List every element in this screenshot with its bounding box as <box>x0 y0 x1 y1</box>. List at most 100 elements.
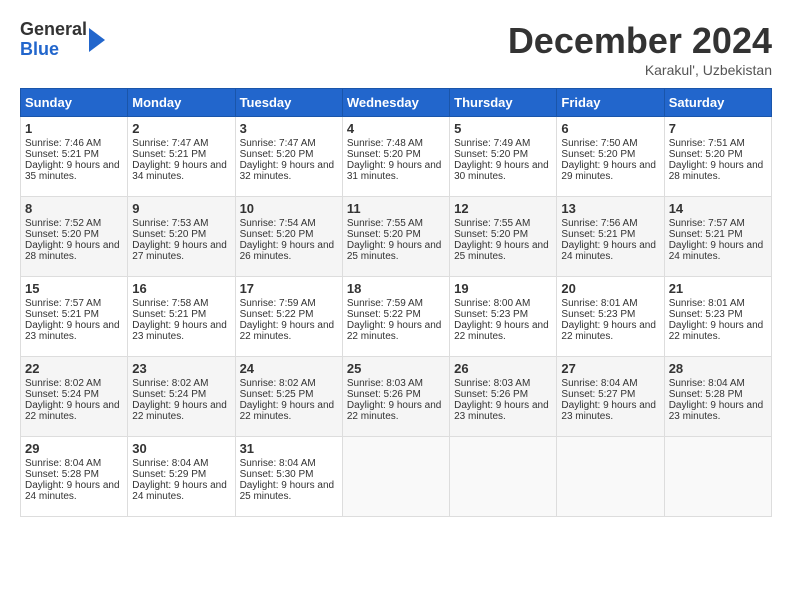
daylight-label: Daylight: 9 hours and 28 minutes. <box>25 240 120 262</box>
sunset-label: Sunset: 5:24 PM <box>132 389 206 400</box>
daylight-label: Daylight: 9 hours and 32 minutes. <box>240 160 335 182</box>
calendar-cell: 23Sunrise: 8:02 AMSunset: 5:24 PMDayligh… <box>128 357 235 437</box>
day-number: 26 <box>454 361 552 376</box>
day-number: 7 <box>669 121 767 136</box>
sunrise-label: Sunrise: 7:57 AM <box>669 218 745 229</box>
sunset-label: Sunset: 5:28 PM <box>25 469 99 480</box>
sunset-label: Sunset: 5:30 PM <box>240 469 314 480</box>
sunrise-label: Sunrise: 7:47 AM <box>240 138 316 149</box>
day-number: 16 <box>132 281 230 296</box>
sunrise-label: Sunrise: 7:46 AM <box>25 138 101 149</box>
calendar-cell: 14 Sunrise: 7:57 AMSunset: 5:21 PMDayligh… <box>664 197 771 277</box>
weekday-header-tuesday: Tuesday <box>235 89 342 117</box>
week-row-3: 15Sunrise: 7:57 AMSunset: 5:21 PMDayligh… <box>21 277 772 357</box>
sunrise-label: Sunrise: 7:57 AM <box>25 298 101 309</box>
sunrise-label: Sunrise: 7:47 AM <box>132 138 208 149</box>
logo: General Blue <box>20 20 105 60</box>
daylight-label: Daylight: 9 hours and 25 minutes. <box>240 480 335 502</box>
week-row-4: 22Sunrise: 8:02 AMSunset: 5:24 PMDayligh… <box>21 357 772 437</box>
day-number: 18 <box>347 281 445 296</box>
daylight-label: Daylight: 9 hours and 25 minutes. <box>454 240 549 262</box>
sunset-label: Sunset: 5:27 PM <box>561 389 635 400</box>
sunset-label: Sunset: 5:21 PM <box>669 229 743 240</box>
daylight-label: Daylight: 9 hours and 23 minutes. <box>132 320 227 342</box>
calendar-cell: 5Sunrise: 7:49 AMSunset: 5:20 PMDaylight… <box>450 117 557 197</box>
daylight-label: Daylight: 9 hours and 22 minutes. <box>240 320 335 342</box>
day-number: 1 <box>25 121 123 136</box>
daylight-label: Daylight: 9 hours and 22 minutes. <box>132 400 227 422</box>
calendar-cell: 27Sunrise: 8:04 AMSunset: 5:27 PMDayligh… <box>557 357 664 437</box>
sunset-label: Sunset: 5:20 PM <box>561 149 635 160</box>
calendar-cell: 21Sunrise: 8:01 AMSunset: 5:23 PMDayligh… <box>664 277 771 357</box>
day-number: 11 <box>347 201 445 216</box>
weekday-header-thursday: Thursday <box>450 89 557 117</box>
daylight-label: Daylight: 9 hours and 24 minutes. <box>132 480 227 502</box>
sunrise-label: Sunrise: 8:04 AM <box>669 378 745 389</box>
sunrise-label: Sunrise: 8:04 AM <box>132 458 208 469</box>
day-number: 10 <box>240 201 338 216</box>
day-number: 27 <box>561 361 659 376</box>
sunrise-label: Sunrise: 7:50 AM <box>561 138 637 149</box>
calendar-cell: 26Sunrise: 8:03 AMSunset: 5:26 PMDayligh… <box>450 357 557 437</box>
day-number: 4 <box>347 121 445 136</box>
sunrise-label: Sunrise: 7:58 AM <box>132 298 208 309</box>
calendar-cell: 3Sunrise: 7:47 AMSunset: 5:20 PMDaylight… <box>235 117 342 197</box>
sunset-label: Sunset: 5:21 PM <box>25 149 99 160</box>
day-number: 24 <box>240 361 338 376</box>
weekday-header-sunday: Sunday <box>21 89 128 117</box>
sunset-label: Sunset: 5:20 PM <box>347 149 421 160</box>
weekday-header-monday: Monday <box>128 89 235 117</box>
title-block: December 2024 Karakul', Uzbekistan <box>508 20 772 78</box>
sunset-label: Sunset: 5:20 PM <box>240 229 314 240</box>
daylight-label: Daylight: 9 hours and 24 minutes. <box>669 240 764 262</box>
sunrise-label: Sunrise: 7:54 AM <box>240 218 316 229</box>
calendar-cell: 29Sunrise: 8:04 AMSunset: 5:28 PMDayligh… <box>21 437 128 517</box>
day-number: 17 <box>240 281 338 296</box>
calendar-cell: 20Sunrise: 8:01 AMSunset: 5:23 PMDayligh… <box>557 277 664 357</box>
daylight-label: Daylight: 9 hours and 34 minutes. <box>132 160 227 182</box>
calendar-cell: 15Sunrise: 7:57 AMSunset: 5:21 PMDayligh… <box>21 277 128 357</box>
sunrise-label: Sunrise: 8:03 AM <box>347 378 423 389</box>
sunset-label: Sunset: 5:20 PM <box>132 229 206 240</box>
week-row-1: 1Sunrise: 7:46 AMSunset: 5:21 PMDaylight… <box>21 117 772 197</box>
daylight-label: Daylight: 9 hours and 23 minutes. <box>669 400 764 422</box>
weekday-header-row: SundayMondayTuesdayWednesdayThursdayFrid… <box>21 89 772 117</box>
calendar-cell: 4Sunrise: 7:48 AMSunset: 5:20 PMDaylight… <box>342 117 449 197</box>
sunrise-label: Sunrise: 8:02 AM <box>132 378 208 389</box>
calendar-cell: 1Sunrise: 7:46 AMSunset: 5:21 PMDaylight… <box>21 117 128 197</box>
day-number: 5 <box>454 121 552 136</box>
daylight-label: Daylight: 9 hours and 31 minutes. <box>347 160 442 182</box>
logo-label: General Blue <box>20 20 87 60</box>
day-number: 14 <box>669 201 767 216</box>
calendar-cell: 9Sunrise: 7:53 AMSunset: 5:20 PMDaylight… <box>128 197 235 277</box>
calendar-cell: 18 Sunrise: 7:59 AMSunset: 5:22 PMDayligh… <box>342 277 449 357</box>
sunset-label: Sunset: 5:20 PM <box>347 229 421 240</box>
day-number: 29 <box>25 441 123 456</box>
calendar-cell <box>664 437 771 517</box>
sunrise-label: Sunrise: 7:59 AM <box>347 298 423 309</box>
sunrise-label: Sunrise: 7:55 AM <box>454 218 530 229</box>
sunrise-label: Sunrise: 8:01 AM <box>669 298 745 309</box>
daylight-label: Daylight: 9 hours and 30 minutes. <box>454 160 549 182</box>
calendar-cell: 30Sunrise: 8:04 AMSunset: 5:29 PMDayligh… <box>128 437 235 517</box>
calendar-cell: 6Sunrise: 7:50 AMSunset: 5:20 PMDaylight… <box>557 117 664 197</box>
logo-text-block: General Blue <box>20 20 105 60</box>
calendar-cell: 13Sunrise: 7:56 AMSunset: 5:21 PMDayligh… <box>557 197 664 277</box>
daylight-label: Daylight: 9 hours and 23 minutes. <box>25 320 120 342</box>
day-number: 2 <box>132 121 230 136</box>
day-number: 13 <box>561 201 659 216</box>
day-number: 15 <box>25 281 123 296</box>
calendar-cell: 11Sunrise: 7:55 AMSunset: 5:20 PMDayligh… <box>342 197 449 277</box>
sunset-label: Sunset: 5:21 PM <box>132 149 206 160</box>
sunset-label: Sunset: 5:22 PM <box>347 309 421 320</box>
sunset-label: Sunset: 5:20 PM <box>669 149 743 160</box>
day-number: 20 <box>561 281 659 296</box>
weekday-header-friday: Friday <box>557 89 664 117</box>
daylight-label: Daylight: 9 hours and 22 minutes. <box>347 320 442 342</box>
day-number: 28 <box>669 361 767 376</box>
daylight-label: Daylight: 9 hours and 23 minutes. <box>561 400 656 422</box>
sunset-label: Sunset: 5:20 PM <box>240 149 314 160</box>
calendar-cell: 19Sunrise: 8:00 AMSunset: 5:23 PMDayligh… <box>450 277 557 357</box>
sunrise-label: Sunrise: 8:04 AM <box>25 458 101 469</box>
calendar-cell <box>342 437 449 517</box>
